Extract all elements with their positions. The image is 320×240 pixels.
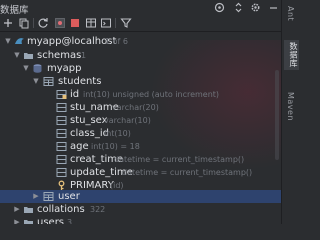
stop-icon[interactable] (69, 17, 81, 29)
chevron-right-icon[interactable]: ▶ (13, 216, 21, 224)
column-icon (56, 116, 67, 125)
collations-label: collations (37, 204, 85, 215)
column-type: datetime = current_timestamp() (114, 155, 245, 164)
folder-icon (24, 220, 33, 224)
tree-node-column[interactable]: id int(10) unsigned (auto increment) (0, 88, 281, 101)
chevron-down-icon[interactable]: ▼ (4, 35, 12, 48)
column-icon (56, 103, 67, 112)
table-label: students (58, 76, 102, 87)
users-count: 3 (67, 218, 73, 224)
tree-node-schema-myapp[interactable]: ▼ myapp (0, 62, 281, 75)
toolbar-separator (33, 18, 34, 28)
toolbar (0, 16, 281, 32)
column-type: int(10) = 18 (91, 142, 140, 151)
column-type: varchar(20) (112, 103, 159, 112)
tree-node-column[interactable]: class_id int(10) (0, 127, 281, 140)
tree-node-column[interactable]: update_time datetime = current_timestamp… (0, 166, 281, 179)
chevron-right-icon[interactable]: ▶ (13, 203, 21, 216)
database-tree: ▼ myapp@localhost 1 of 6 ▼ schemas 1 ▼ m… (0, 33, 281, 224)
column-icon (56, 90, 67, 99)
tree-node-users[interactable]: ▶ users 3 (0, 216, 281, 224)
column-type: datetime = current_timestamp() (122, 168, 253, 177)
schema-label: myapp (47, 63, 82, 74)
schemas-count: 1 (81, 51, 87, 60)
chevron-down-icon[interactable]: ▼ (22, 62, 30, 75)
column-name: id (70, 89, 80, 100)
tool-tab-maven[interactable]: Maven (286, 92, 295, 121)
collations-count: 322 (90, 205, 106, 214)
refresh-icon[interactable] (37, 17, 49, 29)
tree-node-table-students[interactable]: ▼ students (0, 75, 281, 88)
right-tool-strip: Ant 数据库 Maven (281, 0, 301, 224)
users-label: users (37, 217, 65, 224)
column-icon (56, 129, 67, 138)
column-type: varchar(10) (104, 116, 151, 125)
column-type: int(10) (104, 129, 131, 138)
database-panel: 数据库 ▼ myapp@localhost 1 of 6 ▼ schemas 1… (0, 0, 281, 224)
column-name: age (70, 141, 89, 152)
tree-node-column[interactable]: stu_sex varchar(10) (0, 114, 281, 127)
schema-icon (33, 64, 42, 73)
add-icon[interactable] (2, 17, 14, 29)
chevron-right-icon[interactable]: ▶ (32, 190, 40, 203)
folder-icon (24, 53, 33, 59)
tree-node-datasource[interactable]: ▼ myapp@localhost 1 of 6 (0, 35, 281, 48)
tree-node-schemas[interactable]: ▼ schemas 1 (0, 49, 281, 62)
tree-node-column[interactable]: creat_time datetime = current_timestamp(… (0, 153, 281, 166)
tree-node-column[interactable]: stu_name varchar(20) (0, 101, 281, 114)
scrollbar[interactable] (275, 70, 279, 160)
chevron-down-icon[interactable]: ▼ (32, 75, 40, 88)
toolbar-separator (115, 18, 116, 28)
datasource-count: 1 of 6 (105, 37, 128, 46)
datasource-label: myapp@localhost (27, 36, 117, 47)
schemas-label: schemas (37, 50, 82, 61)
column-icon (56, 155, 67, 164)
console-icon[interactable] (100, 17, 112, 29)
table-icon (43, 77, 54, 86)
tool-tab-ant[interactable]: Ant (286, 6, 295, 21)
folder-icon (24, 207, 33, 213)
column-icon (56, 168, 67, 177)
panel-header: 数据库 (0, 0, 281, 16)
table-icon (43, 192, 54, 201)
table-editor-icon[interactable] (85, 17, 97, 29)
gear-icon[interactable] (250, 2, 261, 13)
tree-node-table-user[interactable]: ▶ user (0, 190, 281, 203)
filter-icon[interactable] (120, 17, 132, 29)
disconnect-icon[interactable] (54, 17, 66, 29)
mysql-datasource-icon (15, 38, 24, 44)
tree-node-column[interactable]: age int(10) = 18 (0, 140, 281, 153)
panel-title: 数据库 (0, 5, 29, 16)
minimize-icon[interactable] (268, 2, 279, 13)
tree-node-collations[interactable]: ▶ collations 322 (0, 203, 281, 216)
copy-icon[interactable] (18, 17, 30, 29)
column-name: stu_sex (70, 115, 108, 126)
target-icon[interactable] (214, 2, 225, 13)
chevron-down-icon[interactable]: ▼ (13, 49, 21, 62)
table-label: user (58, 191, 80, 202)
column-icon (56, 142, 67, 151)
tool-tab-database[interactable]: 数据库 (284, 40, 299, 70)
column-type: int(10) unsigned (auto increment) (83, 90, 220, 99)
collapse-icon[interactable] (233, 2, 244, 13)
